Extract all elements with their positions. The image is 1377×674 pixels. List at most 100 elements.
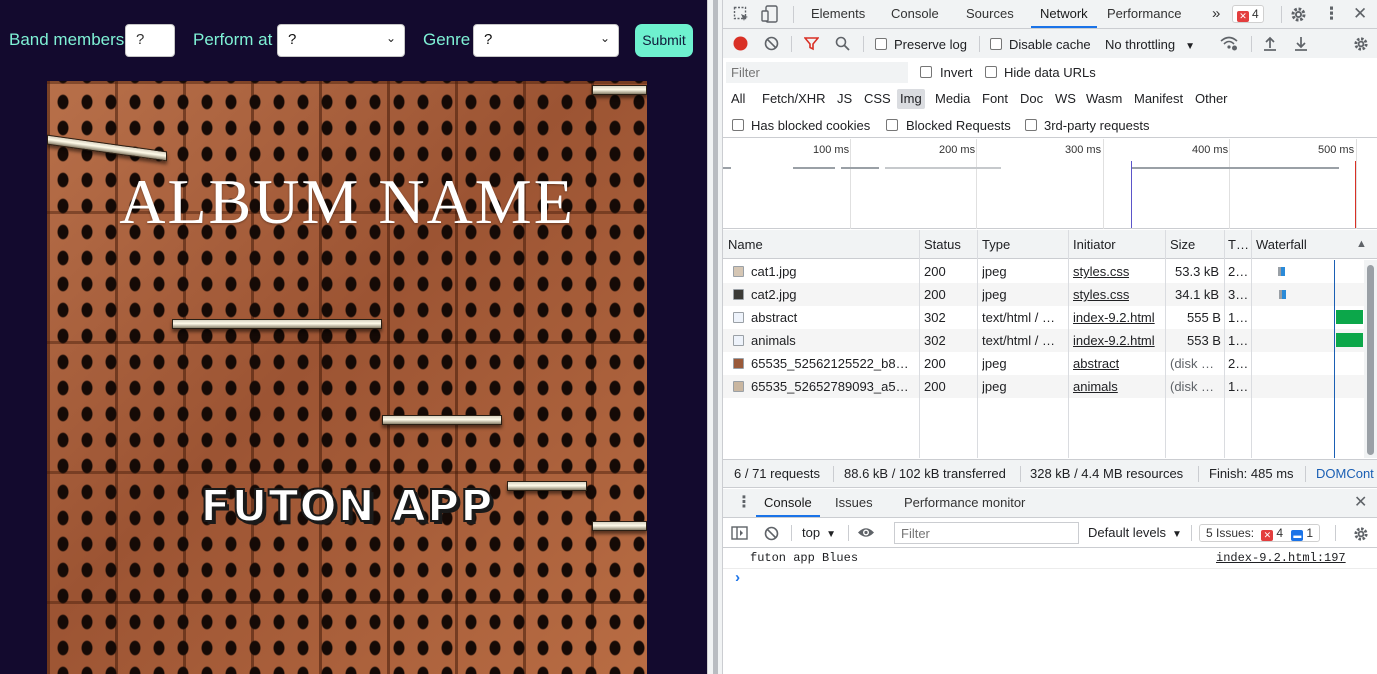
column-header-initiator[interactable]: Initiator <box>1073 237 1116 252</box>
drawer-menu-icon[interactable]: ⋮ <box>736 495 752 511</box>
network-settings-gear-icon[interactable] <box>1353 36 1369 55</box>
tab-performance[interactable]: Performance <box>1107 0 1181 28</box>
settings-gear-icon[interactable] <box>1290 6 1307 26</box>
table-scrollbar[interactable] <box>1364 260 1377 458</box>
console-prompt-icon[interactable]: › <box>733 570 742 587</box>
filter-type-img[interactable]: Img <box>897 89 925 109</box>
column-divider[interactable] <box>919 230 920 458</box>
filter-type-css[interactable]: CSS <box>863 89 892 109</box>
context-selector[interactable]: top ▼ <box>802 525 836 540</box>
console-message-source-link[interactable]: index-9.2.html:197 <box>1216 551 1346 565</box>
error-count-badge[interactable]: ✕ 4 <box>1232 5 1264 23</box>
row-initiator-link[interactable]: animals <box>1073 379 1118 394</box>
column-header-time[interactable]: T… <box>1228 237 1249 252</box>
has-blocked-cookies-checkbox[interactable] <box>732 119 744 131</box>
throttling-select[interactable]: No throttling ▼ <box>1105 37 1195 52</box>
filter-type-fetch-xhr[interactable]: Fetch/XHR <box>761 89 827 109</box>
devtools-splitter[interactable] <box>707 0 723 674</box>
column-divider[interactable] <box>1224 230 1225 458</box>
record-icon[interactable] <box>733 36 748 54</box>
column-header-name[interactable]: Name <box>728 237 763 252</box>
close-devtools-icon[interactable]: ✕ <box>1353 5 1367 22</box>
drawer-tab-console[interactable]: Console <box>756 489 820 517</box>
invert-label: Invert <box>940 65 973 80</box>
row-initiator-link[interactable]: styles.css <box>1073 287 1129 302</box>
filter-type-doc[interactable]: Doc <box>1019 89 1044 109</box>
console-sidebar-toggle-icon[interactable] <box>731 526 748 543</box>
kebab-menu-icon[interactable]: ⋮ <box>1323 5 1340 22</box>
drawer-tab-issues[interactable]: Issues <box>835 489 873 517</box>
column-header-status[interactable]: Status <box>924 237 961 252</box>
issues-counter-button[interactable]: 5 Issues: ✕ 4 ▬ 1 <box>1199 524 1321 542</box>
filter-input[interactable] <box>726 62 908 83</box>
table-row[interactable]: cat1.jpg 200 jpeg styles.css 53.3 kB 2… <box>723 260 1364 283</box>
column-divider[interactable] <box>1068 230 1069 458</box>
tab-network[interactable]: Network <box>1031 0 1097 28</box>
table-row[interactable]: 65535_52652789093_a5… 200 jpeg animals (… <box>723 375 1364 398</box>
filter-type-ws[interactable]: WS <box>1054 89 1077 109</box>
row-initiator-link[interactable]: styles.css <box>1073 264 1129 279</box>
issues-error-count: 4 <box>1276 526 1284 540</box>
scrollbar-thumb[interactable] <box>1367 265 1374 455</box>
column-header-size[interactable]: Size <box>1170 237 1195 252</box>
third-party-requests-checkbox[interactable] <box>1025 119 1037 131</box>
row-initiator-link[interactable]: abstract <box>1073 356 1119 371</box>
close-drawer-icon[interactable]: ✕ <box>1354 495 1367 511</box>
preserve-log-checkbox[interactable] <box>875 38 887 50</box>
column-divider[interactable] <box>977 230 978 458</box>
row-name: 65535_52652789093_a5… <box>751 379 909 394</box>
filter-type-media[interactable]: Media <box>934 89 971 109</box>
issues-label: 5 Issues: <box>1206 526 1255 540</box>
blocked-requests-checkbox[interactable] <box>886 119 898 131</box>
column-divider[interactable] <box>1165 230 1166 458</box>
search-icon[interactable] <box>835 36 850 54</box>
column-header-type[interactable]: Type <box>982 237 1010 252</box>
clear-icon[interactable] <box>764 36 779 54</box>
filter-type-all[interactable]: All <box>730 89 746 109</box>
console-settings-gear-icon[interactable] <box>1353 526 1369 545</box>
row-initiator-link[interactable]: index-9.2.html <box>1073 310 1155 325</box>
console-filter-input[interactable] <box>894 522 1079 544</box>
device-toolbar-icon[interactable] <box>761 5 779 26</box>
filter-type-wasm[interactable]: Wasm <box>1085 89 1123 109</box>
hide-data-urls-checkbox[interactable] <box>985 66 997 78</box>
column-divider[interactable] <box>1251 230 1252 458</box>
column-header-waterfall[interactable]: Waterfall <box>1256 237 1307 252</box>
console-toolbar: top ▼ Default levels ▼ 5 Issues: ✕4 ▬1 <box>723 518 1377 548</box>
timeline-request-bar <box>793 167 835 169</box>
drawer-tab-performance-monitor[interactable]: Performance monitor <box>904 489 1025 517</box>
filter-type-other[interactable]: Other <box>1194 89 1229 109</box>
network-conditions-icon[interactable] <box>1220 36 1238 54</box>
network-overview-timeline[interactable]: 100 ms 200 ms 300 ms 400 ms 500 ms <box>723 139 1377 229</box>
splitter-grip[interactable] <box>713 0 718 674</box>
filter-type-manifest[interactable]: Manifest <box>1133 89 1184 109</box>
submit-button[interactable]: Submit <box>635 24 693 57</box>
filter-type-font[interactable]: Font <box>981 89 1009 109</box>
row-type: jpeg <box>982 356 1007 371</box>
band-members-input[interactable]: ? <box>125 24 175 57</box>
perform-at-select[interactable]: ? ⌄ <box>277 24 405 57</box>
tab-console[interactable]: Console <box>891 0 939 28</box>
disable-cache-checkbox[interactable] <box>990 38 1002 50</box>
tab-sources[interactable]: Sources <box>966 0 1014 28</box>
filter-funnel-icon[interactable] <box>803 36 820 54</box>
timeline-gridline <box>1229 139 1230 229</box>
row-initiator-link[interactable]: index-9.2.html <box>1073 333 1155 348</box>
filter-type-js[interactable]: JS <box>836 89 853 109</box>
log-levels-select[interactable]: Default levels ▼ <box>1088 525 1182 540</box>
row-type: text/html / … <box>982 310 1055 325</box>
image-file-icon <box>733 358 744 369</box>
live-expression-eye-icon[interactable] <box>857 526 875 542</box>
export-har-icon[interactable] <box>1294 36 1308 54</box>
tab-elements[interactable]: Elements <box>811 0 865 28</box>
inspect-element-icon[interactable] <box>733 6 750 26</box>
table-row[interactable]: cat2.jpg 200 jpeg styles.css 34.1 kB 3… <box>723 283 1364 306</box>
more-tabs-button[interactable]: » <box>1212 0 1220 28</box>
table-row[interactable]: abstract 302 text/html / … index-9.2.htm… <box>723 306 1364 329</box>
import-har-icon[interactable] <box>1263 36 1277 54</box>
clear-console-icon[interactable] <box>764 526 779 544</box>
table-row[interactable]: 65535_52562125522_b8… 200 jpeg abstract … <box>723 352 1364 375</box>
genre-select[interactable]: ? ⌄ <box>473 24 619 57</box>
invert-checkbox[interactable] <box>920 66 932 78</box>
table-row[interactable]: animals 302 text/html / … index-9.2.html… <box>723 329 1364 352</box>
